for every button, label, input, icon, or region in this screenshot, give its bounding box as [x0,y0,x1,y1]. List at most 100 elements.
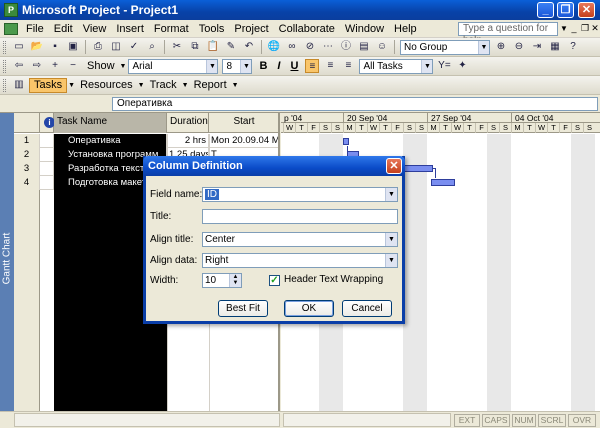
table-horizontal-scrollbar[interactable] [14,413,280,427]
spinner-arrows-icon[interactable]: ▲ ▼ [229,274,241,287]
status-bar: EXT CAPS NUM SCRL OVR [0,411,600,428]
filter-select[interactable]: All Tasks ▼ [359,58,434,74]
task-info-icon[interactable]: ⓘ [339,40,353,54]
table-row[interactable]: 1 Оперативка 2 hrs Mon 20.09.04 M [14,134,278,148]
align-right-icon[interactable]: ≡ [341,59,355,73]
help-dropdown-icon[interactable]: ▼ [560,24,568,33]
doc-minimize-button[interactable]: _ [569,23,579,33]
toolbar-grip[interactable] [3,59,6,73]
menu-help[interactable]: Help [389,23,422,35]
toolbar-grip[interactable] [3,78,6,92]
outdent-icon[interactable]: ⇦ [12,59,26,73]
entry-field[interactable]: Оперативка [112,97,598,111]
font-size-select[interactable]: 8 ▼ [222,58,253,74]
help-icon[interactable]: ? [566,40,580,54]
duration-header[interactable]: Duration [167,113,209,133]
autofilter-icon[interactable]: Y= [437,59,451,73]
project-guide-icon[interactable]: ▥ [12,78,26,92]
task-bar[interactable] [343,138,349,145]
new-icon[interactable]: ▭ [12,40,26,54]
copy-picture-icon[interactable]: ▦ [548,40,562,54]
doc-restore-button[interactable]: ❐ [580,23,590,34]
link-tasks-icon[interactable]: ∞ [285,40,299,54]
chevron-down-icon: ▼ [478,40,489,54]
format-painter-icon[interactable]: ✎ [224,40,238,54]
task-notes-icon[interactable]: ▤ [357,40,371,54]
best-fit-button[interactable]: Best Fit [218,300,268,317]
restore-button[interactable]: ❐ [557,2,574,18]
menu-window[interactable]: Window [340,23,389,35]
hide-subtasks-icon[interactable]: − [66,59,80,73]
menu-insert[interactable]: Insert [111,23,149,35]
cancel-button[interactable]: Cancel [342,300,392,317]
menu-collaborate[interactable]: Collaborate [274,23,340,35]
spelling-icon[interactable]: ✓ [127,40,141,54]
split-task-icon[interactable]: ⋯ [321,40,335,54]
track-button[interactable]: Track [146,78,181,93]
start-header[interactable]: Start [209,113,278,133]
undo-icon[interactable]: ↶ [242,40,256,54]
menu-tools[interactable]: Tools [194,23,230,35]
align-title-select[interactable]: Center ▼ [202,232,398,247]
menu-edit[interactable]: Edit [49,23,78,35]
duration-cell[interactable]: 2 hrs [167,134,209,148]
open-icon[interactable]: 📂 [30,40,44,54]
assign-resources-icon[interactable]: ☺ [375,40,389,54]
gantt-wizard-icon[interactable]: ✦ [455,59,469,73]
report-button[interactable]: Report [190,78,231,93]
view-bar[interactable]: Gantt Chart [0,113,14,411]
scroll-to-task-icon[interactable]: ⇥ [530,40,544,54]
start-cell[interactable]: Mon 20.09.04 M [209,134,278,148]
menu-format[interactable]: Format [149,23,194,35]
cut-icon[interactable]: ✂ [170,40,184,54]
print-icon[interactable]: ⎙ [91,40,105,54]
menu-view[interactable]: View [78,23,112,35]
menu-file[interactable]: File [21,23,49,35]
doc-close-button[interactable]: ✕ [590,23,600,34]
zoom-out-icon[interactable]: ⊖ [512,40,526,54]
title-input[interactable] [202,209,398,224]
toolbar-grip[interactable] [3,40,6,54]
print-preview-icon[interactable]: ◫ [109,40,123,54]
gantt-horizontal-scrollbar[interactable] [283,413,451,427]
close-button[interactable]: ✕ [578,2,595,18]
dialog-title-bar[interactable]: Column Definition ✕ [143,156,405,176]
width-spinner[interactable]: 10 ▲ ▼ [202,273,242,288]
zoom-in-icon[interactable]: ⊕ [494,40,508,54]
menu-project[interactable]: Project [229,23,273,35]
minimize-button[interactable]: _ [537,2,554,18]
research-icon[interactable]: ⌕ [145,40,159,54]
align-center-icon[interactable]: ≡ [323,59,337,73]
show-menu-button[interactable]: Show [83,59,119,74]
copy-icon[interactable]: ⧉ [188,40,202,54]
publish-icon[interactable]: ▣ [66,40,80,54]
indicators-header[interactable]: i [40,113,55,133]
select-all-corner[interactable] [14,113,40,133]
resources-button[interactable]: Resources [76,78,137,93]
document-icon[interactable] [4,22,18,35]
indent-icon[interactable]: ⇨ [30,59,44,73]
font-select[interactable]: Arial ▼ [128,58,219,74]
task-name-cell[interactable]: Оперативка [54,134,167,148]
hyperlink-icon[interactable]: 🌐 [267,40,281,54]
align-left-icon[interactable]: ≡ [305,59,320,73]
tasks-button[interactable]: Tasks [29,77,68,93]
field-name-select[interactable]: ID ▼ [202,187,398,202]
unlink-tasks-icon[interactable]: ⊘ [303,40,317,54]
underline-button[interactable]: U [286,59,302,74]
align-data-select[interactable]: Right ▼ [202,253,398,268]
ok-button[interactable]: OK [284,300,334,317]
paste-icon[interactable]: 📋 [206,40,220,54]
group-by-select[interactable]: No Group ▼ [400,39,490,55]
day-label: W [283,123,295,133]
bold-button[interactable]: B [255,59,271,74]
italic-button[interactable]: I [273,59,284,74]
task-name-header[interactable]: Task Name [54,113,167,133]
save-icon[interactable]: ▪ [48,40,62,54]
header-wrap-checkbox[interactable]: ✓ [269,275,280,286]
show-subtasks-icon[interactable]: + [48,59,62,73]
task-bar[interactable] [431,179,455,186]
help-search-input[interactable]: Type a question for help [458,22,558,46]
dialog-close-button[interactable]: ✕ [386,158,402,174]
task-bar[interactable] [401,165,433,172]
